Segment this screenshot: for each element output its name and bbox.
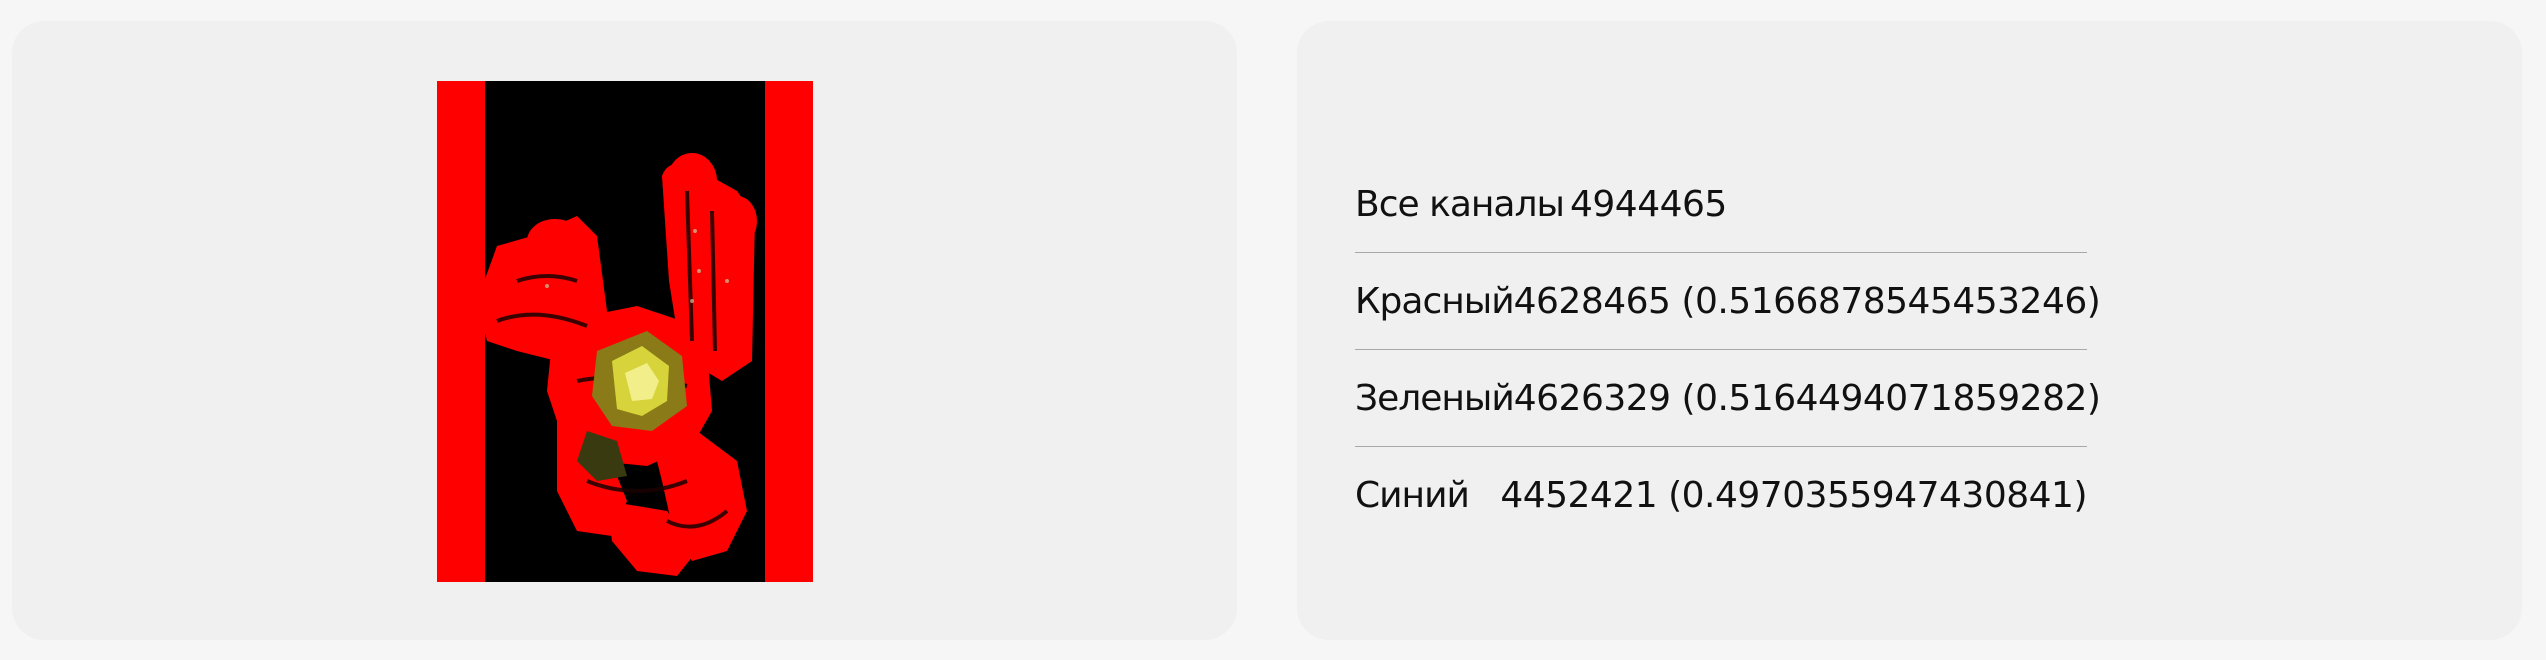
image-card [12,21,1237,640]
stats-label: Все каналы [1355,183,1565,225]
stats-label: Синий [1355,475,1470,516]
stats-label: Красный [1355,280,1515,322]
stats-value: 4452421 (0.4970355947430841) [1500,475,2087,516]
stats-card: Все каналы 4944465 Красный 4628465 (0.51… [1297,21,2522,640]
red-channel-photo [437,81,813,582]
stats-value: 4944465 [1570,183,1727,225]
channel-stats-table: Все каналы 4944465 Красный 4628465 (0.51… [1355,156,2101,544]
stats-row-red: Красный 4628465 (0.5166878545453246) [1355,253,2101,350]
stats-label: Зеленый [1355,377,1515,419]
stats-row-all: Все каналы 4944465 [1355,156,2087,253]
stats-row-blue: Синий 4452421 (0.4970355947430841) [1355,447,2087,544]
stats-value: 4628465 (0.5166878545453246) [1513,280,2101,322]
stats-row-green: Зеленый 4626329 (0.5164494071859282) [1355,350,2101,447]
image-preview [437,81,813,582]
stats-value: 4626329 (0.5164494071859282) [1513,377,2101,419]
